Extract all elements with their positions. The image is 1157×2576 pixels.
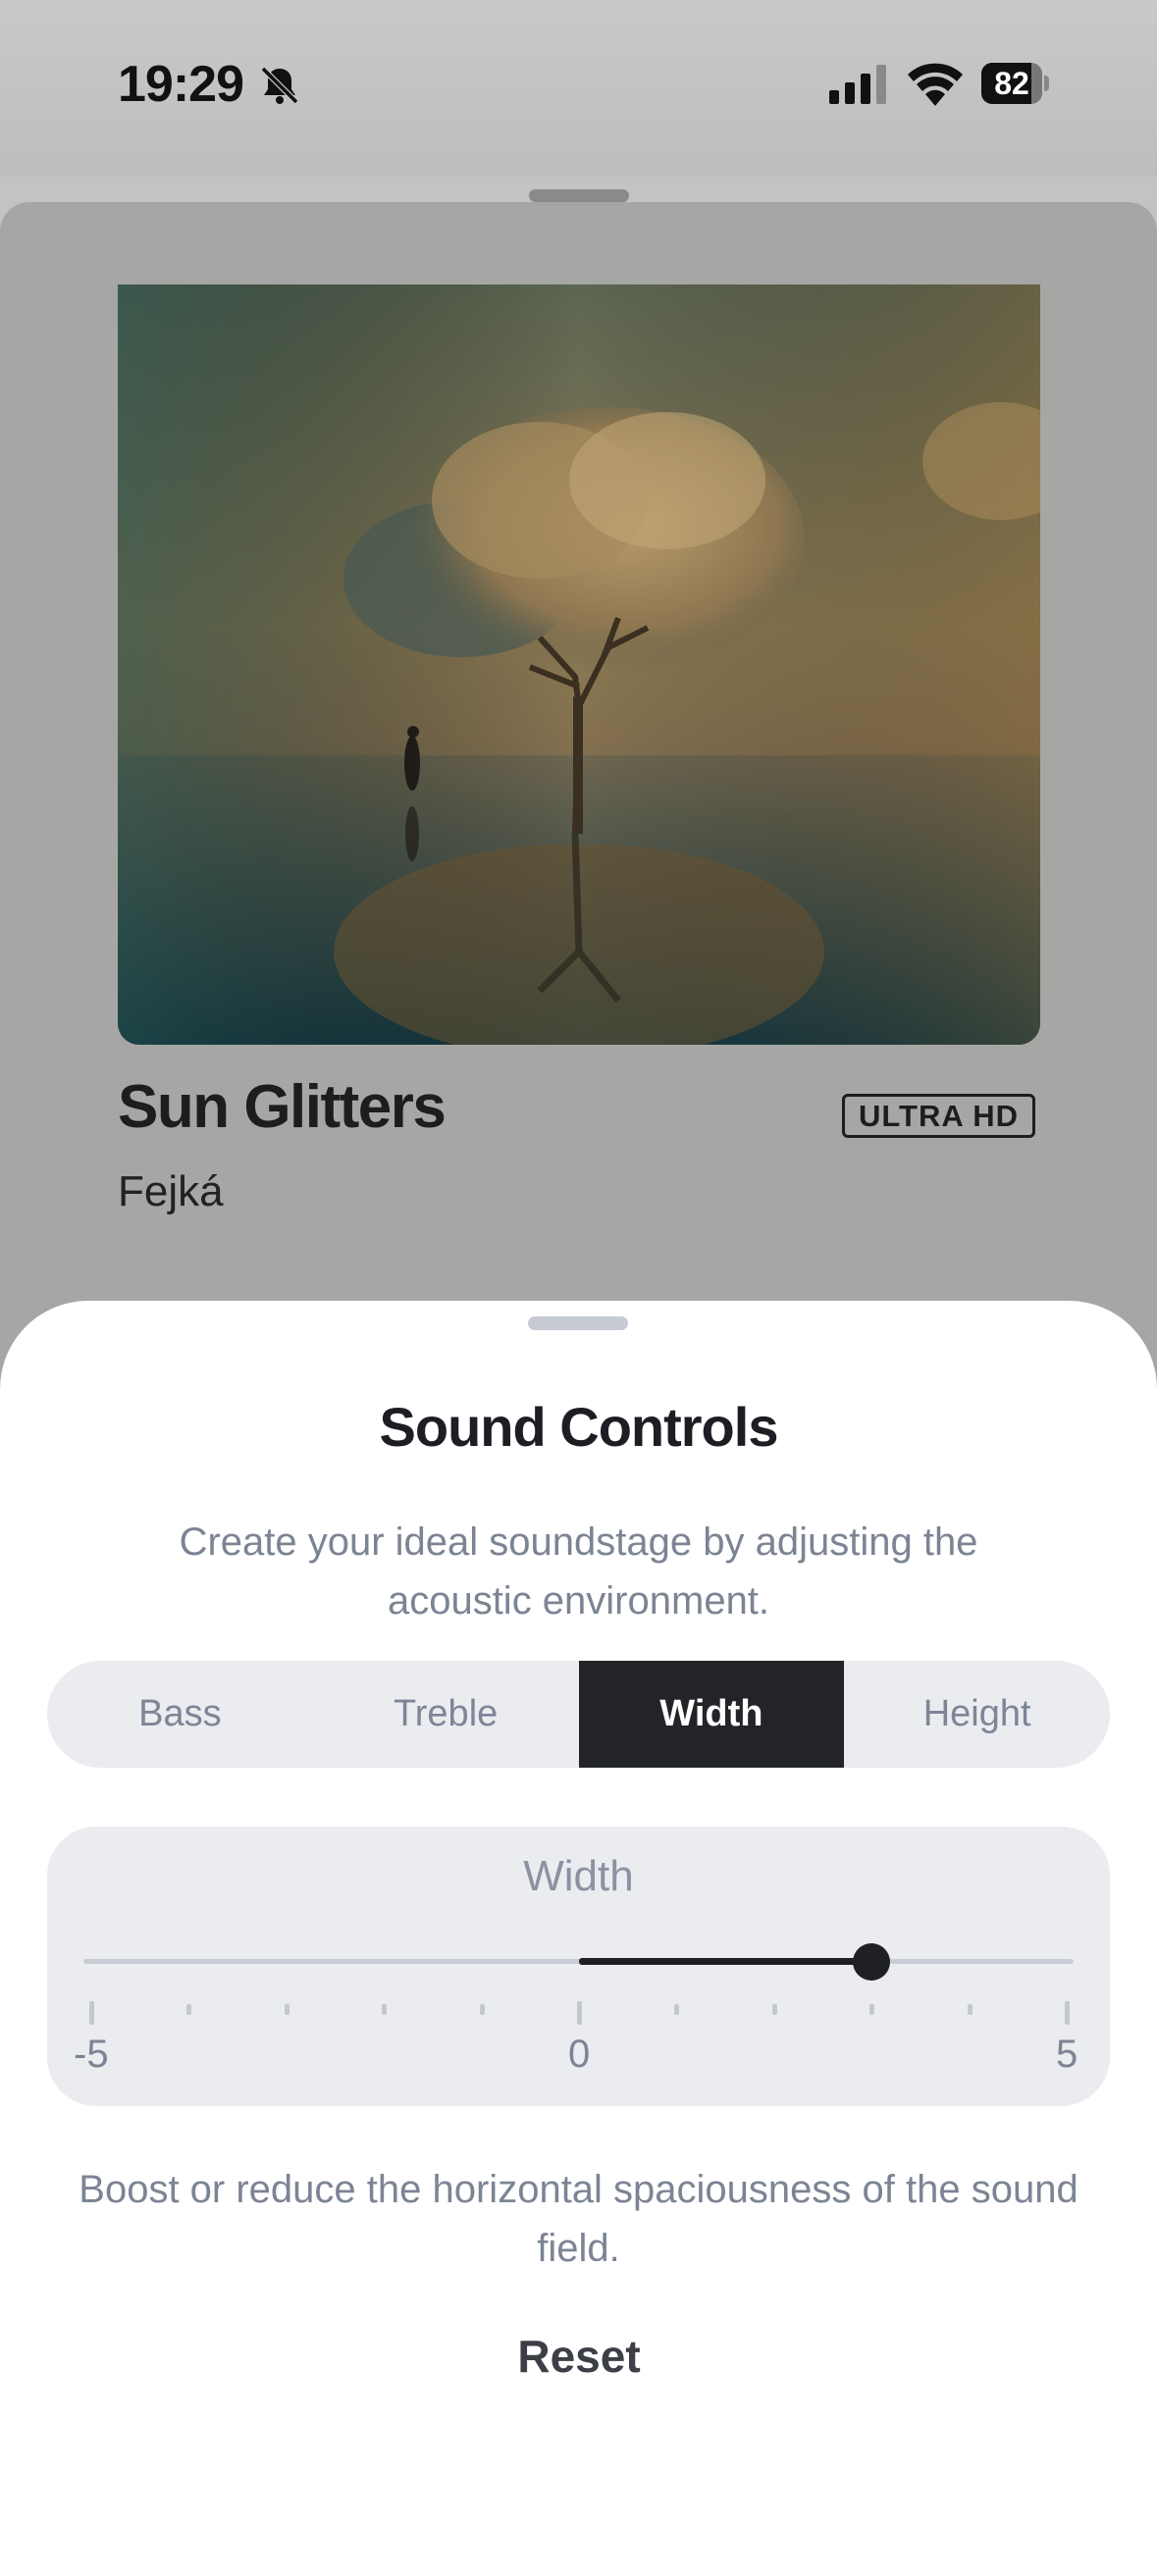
slider-fill	[579, 1958, 872, 1965]
track-title: Sun Glitters	[118, 1073, 447, 1141]
tab-width[interactable]: Width	[578, 1661, 845, 1768]
bell-slash-icon	[257, 63, 302, 113]
sheet-title: Sound Controls	[379, 1396, 779, 1458]
slider-tick	[674, 2004, 680, 2015]
tab-treble[interactable]: Treble	[313, 1661, 579, 1768]
sound-control-tabs: Bass Treble Width Height	[47, 1661, 1110, 1768]
slider-min-label: -5	[74, 2033, 109, 2076]
tab-bass[interactable]: Bass	[47, 1661, 313, 1768]
sheet-description: Create your ideal soundstage by adjustin…	[179, 1520, 978, 1623]
slider-tick	[479, 2004, 485, 2015]
now-playing-grabber[interactable]	[529, 189, 629, 202]
wifi-icon	[908, 63, 963, 111]
reset-button[interactable]: Reset	[461, 2330, 697, 2383]
battery-icon: 82	[981, 63, 1050, 104]
slider-tick	[186, 2004, 192, 2015]
tab-height[interactable]: Height	[844, 1661, 1110, 1768]
slider-tick	[1065, 2001, 1070, 2025]
slider-tick	[577, 2001, 582, 2025]
cellular-signal-icon	[829, 65, 890, 109]
slider-label: Width	[523, 1852, 634, 1900]
slider-tick	[869, 2004, 875, 2015]
slider-tick	[284, 2004, 289, 2015]
slider-mid-label: 0	[568, 2033, 591, 2076]
album-art	[118, 284, 1040, 1045]
slider-tick	[967, 2004, 973, 2015]
slider-max-label: 5	[1056, 2033, 1078, 2076]
slider-tick	[382, 2004, 388, 2015]
slider-tick	[771, 2004, 777, 2015]
slider-tick	[89, 2001, 94, 2025]
status-time: 19:29	[118, 56, 244, 113]
track-artist[interactable]: Fejká	[118, 1167, 224, 1216]
status-bar: 19:29 82	[0, 0, 1157, 177]
quality-badge: ULTRA HD	[842, 1094, 1035, 1138]
sheet-grabber[interactable]	[528, 1316, 628, 1330]
battery-percentage: 82	[994, 66, 1029, 101]
slider-help-text: Boost or reduce the horizontal spaciousn…	[79, 2168, 1078, 2270]
slider-thumb[interactable]	[853, 1943, 891, 1981]
